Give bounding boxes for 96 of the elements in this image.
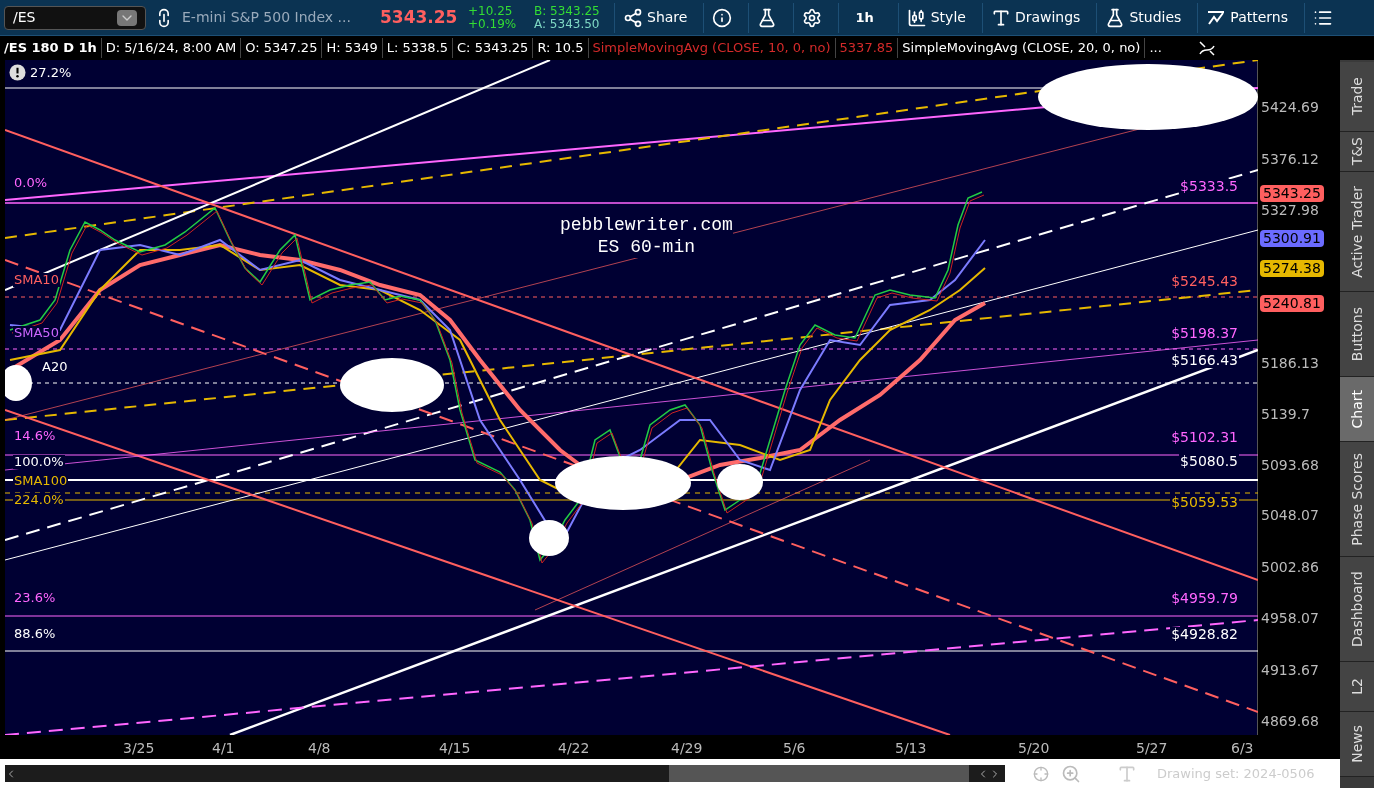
- price-axis-label: 5424.69: [1261, 100, 1319, 115]
- side-tab[interactable]: News: [1340, 712, 1374, 777]
- chart-panel[interactable]: pebblewriter.com ES 60-min 27.2% 0.0% SMA10 SMA50 A20 14.6% 100.0% SMA100 224.0% 23.6% 88.6% $5333.5 $5245.43 $5198.37 $5166.43 $5102.31 $5080.5 $5059.53 $4959.79 $4928.82: [5, 60, 1258, 735]
- study-label: SimpleMovingAvg (CLOSE, 10, 0, no): [588, 38, 836, 58]
- last-price: 5343.25: [380, 5, 459, 29]
- symbol-field[interactable]: /ES: [4, 5, 146, 30]
- time-axis-label: 4/22: [558, 739, 590, 758]
- chart-title: /ES 180 D 1h: [0, 38, 102, 58]
- level-label: 27.2%: [29, 66, 73, 80]
- price-axis-label: 5186.13: [1261, 356, 1319, 371]
- level-label: 14.6%: [13, 429, 57, 443]
- time-axis-label: 4/1: [212, 739, 235, 758]
- side-tab[interactable]: Chart: [1340, 377, 1374, 442]
- share-icon: [623, 7, 643, 28]
- collapse-icon[interactable]: [1197, 38, 1218, 58]
- scrollbar-track[interactable]: [5, 765, 1005, 782]
- alert-icon[interactable]: [9, 64, 26, 81]
- dropdown-icon: [117, 9, 137, 26]
- side-tab[interactable]: L2: [1340, 662, 1374, 712]
- candlestick-icon: [906, 7, 927, 28]
- price-axis-label: 4869.68: [1261, 714, 1319, 729]
- level-label: SMA10: [13, 273, 60, 287]
- price-level-label: $5333.5: [1179, 179, 1239, 194]
- price-axis-label: 5376.12: [1261, 152, 1319, 167]
- price-level-label: $5245.43: [1170, 274, 1239, 289]
- side-tab[interactable]: Buttons: [1340, 292, 1374, 377]
- side-tab[interactable]: Phase Scores: [1340, 442, 1374, 557]
- highlight-ellipse[interactable]: [1038, 64, 1258, 130]
- price-axis-label: 5139.7: [1261, 407, 1310, 422]
- price-axis-label: 4958.07: [1261, 611, 1319, 626]
- price-axis-label: 5002.86: [1261, 560, 1319, 575]
- price-badge: 5300.91: [1260, 230, 1324, 247]
- toolbar-button[interactable]: Share: [614, 2, 696, 33]
- price-badge: 5343.25: [1260, 185, 1324, 202]
- level-label: A20: [41, 360, 69, 374]
- highlight-ellipse[interactable]: [340, 358, 444, 412]
- time-axis-label: 5/20: [1018, 739, 1050, 758]
- highlight-ellipse[interactable]: [529, 520, 569, 556]
- time-axis-label: 4/29: [671, 739, 703, 758]
- time-axis-label: 4/15: [439, 739, 471, 758]
- level-label: 224.0%: [13, 493, 65, 507]
- level-label: 23.6%: [13, 591, 57, 605]
- level-label: SMA50: [13, 326, 60, 340]
- price-level-label: $5080.5: [1179, 454, 1239, 469]
- watermark-text: pebblewriter.com: [560, 214, 733, 236]
- ohlc-field: O: 5347.25: [241, 38, 323, 58]
- time-axis-label: 5/27: [1136, 739, 1168, 758]
- ohlc-field: D: 5/16/24, 8:00 AM: [101, 38, 242, 58]
- percent-change: +0.19%: [468, 17, 518, 31]
- level-label: 88.6%: [13, 627, 57, 641]
- ohlc-field: L: 5338.5: [382, 38, 454, 58]
- watermark-text: ES 60-min: [597, 236, 695, 258]
- price-axis-label: 5327.98: [1261, 203, 1319, 218]
- price-badge: 5240.81: [1260, 295, 1324, 312]
- ohlc-field: C: 5343.25: [453, 38, 534, 58]
- ohlc-field: R: 10.5: [533, 38, 589, 58]
- price-level-label: $5102.31: [1170, 430, 1239, 445]
- ask-price: A: 5343.50: [534, 17, 601, 31]
- price-level-label: $5166.43: [1170, 353, 1239, 368]
- ohlc-field: H: 5349: [322, 38, 383, 58]
- price-level-label: $4928.82: [1170, 627, 1239, 642]
- toolbar-button[interactable]: Drawings: [981, 2, 1089, 33]
- toolbar-button[interactable]: 1h: [838, 2, 890, 33]
- bid-price: B: 5343.25: [534, 4, 601, 18]
- side-tab[interactable]: Dashboard: [1340, 557, 1374, 662]
- toolbar-button[interactable]: Style: [897, 2, 974, 33]
- info-icon: [712, 7, 733, 28]
- toolbar-button[interactable]: Patterns: [1197, 2, 1296, 33]
- study-value: 5337.85: [835, 38, 899, 58]
- time-axis-label: 5/13: [895, 739, 927, 758]
- level-label: 0.0%: [13, 176, 49, 190]
- time-axis-label: 4/8: [308, 739, 331, 758]
- price-level-label: $4959.79: [1170, 591, 1239, 606]
- price-axis-label: 5093.68: [1261, 458, 1319, 473]
- study-label: SimpleMovingAvg (CLOSE, 20, 0, no): [898, 38, 1146, 58]
- time-axis-label: 5/6: [783, 739, 806, 758]
- time-axis-label: 3/25: [123, 739, 155, 758]
- level-label: SMA100: [13, 474, 69, 488]
- side-tab[interactable]: Active Trader: [1340, 172, 1374, 292]
- side-tab[interactable]: Trade: [1340, 62, 1374, 132]
- price-level-label: $5198.37: [1170, 326, 1239, 341]
- more-studies[interactable]: ...: [1145, 38, 1196, 58]
- price-badge: 5274.38: [1260, 260, 1324, 277]
- side-tab[interactable]: T&S: [1340, 132, 1374, 172]
- price-axis-label: 5048.07: [1261, 508, 1319, 523]
- level-label: 100.0%: [13, 455, 65, 469]
- net-change: +10.25: [468, 4, 514, 18]
- price-axis-label: 4913.67: [1261, 663, 1319, 678]
- price-level-label: $5059.53: [1170, 495, 1239, 510]
- settings-icon: [802, 7, 823, 28]
- scrollbar-thumb[interactable]: [669, 765, 969, 782]
- highlight-ellipse[interactable]: [717, 464, 763, 500]
- highlight-ellipse[interactable]: [555, 456, 691, 510]
- symbol-description: E-mini S&P 500 Index ...: [182, 8, 352, 27]
- toolbar-button[interactable]: Studies: [1096, 2, 1190, 33]
- time-axis-label: 6/3: [1231, 739, 1254, 758]
